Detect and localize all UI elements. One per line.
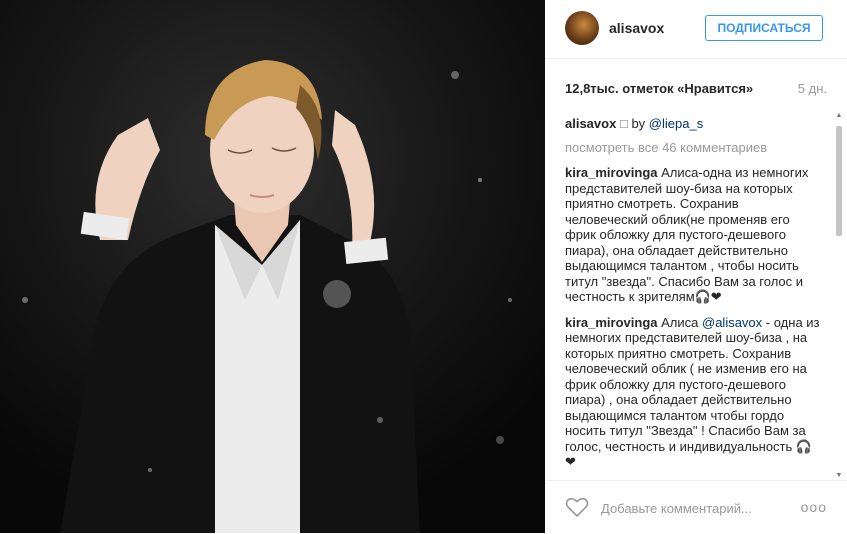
caption-username[interactable]: alisavox — [565, 116, 616, 131]
caption-symbol: □ — [619, 116, 628, 131]
add-comment-bar: ooo — [545, 480, 847, 534]
add-comment-input[interactable] — [599, 495, 803, 521]
scrollbar-thumb[interactable] — [836, 126, 842, 236]
scroll-down-icon[interactable]: ▼ — [835, 472, 843, 480]
caption-mention[interactable]: @liepa_s — [649, 116, 703, 131]
comment-username[interactable]: kira_mirovinga — [565, 165, 658, 180]
post-username[interactable]: alisavox — [609, 20, 664, 36]
comment-item: kira_mirovinga Алиса @alisavox - одна из… — [565, 315, 820, 470]
avatar[interactable] — [565, 11, 599, 45]
post-photo[interactable] — [0, 0, 545, 533]
heart-icon[interactable] — [565, 496, 589, 518]
comment-text: Алиса-одна из немногих представителей шо… — [565, 165, 809, 304]
comments-list[interactable]: alisavox □ by @liepa_s посмотреть все 46… — [565, 116, 820, 478]
likes-count[interactable]: 12,8тыс. отметок «Нравится» — [565, 81, 753, 96]
comment-username[interactable]: kira_mirovinga — [565, 315, 658, 330]
scroll-up-icon[interactable]: ▲ — [835, 112, 843, 120]
post-age[interactable]: 5 дн. — [798, 81, 827, 96]
comment-item: kira_mirovinga Алиса-одна из немногих пр… — [565, 165, 820, 305]
caption-by: by — [631, 116, 646, 131]
caption: alisavox □ by @liepa_s — [565, 116, 820, 132]
comment-mention[interactable]: @alisavox — [702, 315, 762, 330]
photo-illustration — [0, 0, 545, 533]
follow-button[interactable]: ПОДПИСАТЬСЯ — [705, 15, 823, 41]
more-options-icon[interactable]: ooo — [801, 499, 827, 515]
comment-text: Алиса — [661, 314, 699, 330]
post-header: alisavox ПОДПИСАТЬСЯ — [545, 0, 847, 59]
comment-text: - одна из немногих представителей шоу-би… — [565, 314, 820, 470]
comments-scrollbar[interactable]: ▲ ▼ — [835, 112, 843, 480]
view-all-comments-link[interactable]: посмотреть все 46 комментариев — [565, 140, 820, 156]
post-sidebar: alisavox ПОДПИСАТЬСЯ 12,8тыс. отметок «Н… — [545, 0, 847, 533]
likes-row: 12,8тыс. отметок «Нравится» 5 дн. — [565, 81, 827, 96]
